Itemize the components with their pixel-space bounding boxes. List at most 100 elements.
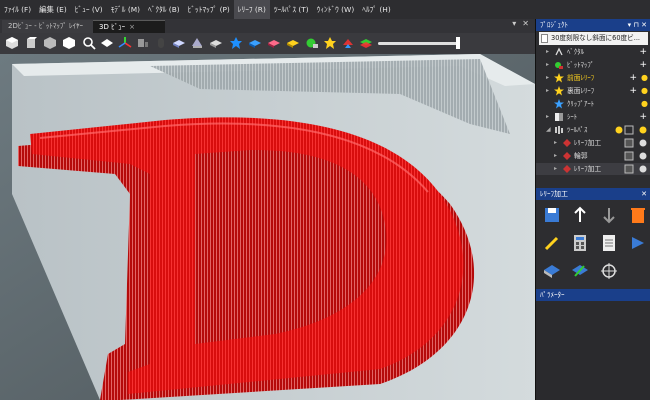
tree-item-front-relief[interactable]: ▸ 前面ﾚﾘｰﾌ + ● — [536, 72, 650, 84]
color-layer-icon[interactable] — [359, 36, 373, 50]
tree-item-back-relief[interactable]: ▸ 裏面ﾚﾘｰﾌ + ● — [536, 85, 650, 97]
menu-toolpath[interactable]: ﾂｰﾙﾊﾟｽ (T) — [270, 0, 313, 19]
expand-arrow-icon[interactable]: ▸ — [546, 46, 549, 58]
tree-label: 輪郭 — [574, 152, 588, 160]
light-bulb-icon[interactable]: ● — [641, 72, 648, 84]
view-right-icon[interactable] — [62, 36, 76, 50]
move-up-icon[interactable] — [570, 205, 590, 225]
collapse-arrow-icon[interactable]: ◢ — [546, 124, 551, 136]
light-bulb-icon[interactable]: ● — [641, 98, 648, 110]
pin-icon[interactable]: ⊓ — [633, 21, 638, 29]
viewport-3d[interactable] — [0, 54, 535, 400]
relief-star-icon[interactable] — [229, 36, 243, 50]
expand-arrow-icon[interactable]: ▸ — [554, 150, 557, 162]
parameters-panel-header: ﾊﾟﾗﾒｰﾀｰ — [536, 289, 650, 301]
tree-item-clipart[interactable]: ｸﾘｯﾌﾟｱｰﾄ ● — [536, 98, 650, 110]
machine-icon[interactable] — [136, 36, 150, 50]
material-icon[interactable] — [305, 36, 319, 50]
view-plane-icon[interactable] — [100, 36, 114, 50]
menu-file[interactable]: ﾌｧｲﾙ (F) — [0, 0, 35, 19]
tab-3d-view[interactable]: 3D ﾋﾞｭｰ × — [93, 20, 165, 34]
cylinder-icon[interactable] — [154, 36, 168, 50]
save-toolpath-icon[interactable] — [542, 205, 562, 225]
tab-2d-view[interactable]: 2Dﾋﾞｭｰ - ﾋﾞｯﾄﾏｯﾌﾟ ﾚｲﾔｰ — [2, 20, 102, 33]
move-down-icon[interactable] — [599, 205, 619, 225]
add-icon[interactable]: + — [639, 59, 647, 71]
expand-arrow-icon[interactable]: ▸ — [554, 163, 557, 175]
dropdown-icon[interactable]: ▾ — [512, 19, 516, 28]
expand-arrow-icon[interactable]: ▸ — [554, 137, 557, 149]
add-icon[interactable]: + — [639, 111, 647, 123]
tree-label: ﾋﾞｯﾄﾏｯﾌﾟ — [567, 61, 595, 69]
menu-vector[interactable]: ﾍﾞｸﾀﾙ (B) — [144, 0, 184, 19]
add-icon[interactable]: + — [639, 46, 647, 58]
expand-arrow-icon[interactable]: ▸ — [546, 59, 549, 71]
parameters-body — [536, 301, 650, 400]
tree-item-bitmap[interactable]: ▸ ﾋﾞｯﾄﾏｯﾌﾟ + — [536, 59, 650, 71]
preview-toolpath-icon[interactable] — [570, 261, 590, 281]
tree-item-profile[interactable]: ▸ 輪郭 — [536, 150, 650, 162]
relief-yellow-icon[interactable] — [286, 36, 300, 50]
menu-edit[interactable]: 編集 (E) — [35, 0, 71, 19]
document-icon[interactable] — [599, 233, 619, 253]
tab-controls: ▾ ✕ — [512, 19, 529, 28]
zoom-slider-handle[interactable] — [456, 37, 460, 49]
relief2-row-controls[interactable] — [615, 164, 649, 174]
view-top-icon[interactable] — [43, 36, 57, 50]
light-icon[interactable] — [323, 36, 337, 50]
close-icon[interactable]: ✕ — [641, 188, 647, 200]
menu-view[interactable]: ﾋﾞｭｰ (V) — [71, 0, 107, 19]
expand-arrow-icon[interactable]: ▸ — [546, 111, 549, 123]
tree-label: ﾚﾘｰﾌ加工 — [574, 139, 602, 147]
add-icon[interactable]: + — [629, 85, 637, 97]
shading-icon[interactable] — [341, 36, 355, 50]
view-iso-icon[interactable] — [5, 36, 19, 50]
tree-item-vector[interactable]: ▸ ﾍﾞｸﾀﾙ + — [536, 46, 650, 58]
add-icon[interactable]: + — [629, 72, 637, 84]
dropdown-icon[interactable]: ▾ — [628, 21, 632, 29]
calculator-icon[interactable] — [570, 233, 590, 253]
project-file-item[interactable]: 30度刻限なし斜面に60度ビ... — [539, 32, 648, 45]
project-file-name: 30度刻限なし斜面に60度ビ... — [551, 34, 641, 42]
expand-arrow-icon[interactable]: ▸ — [546, 72, 549, 84]
close-icon[interactable]: ✕ — [641, 21, 647, 29]
relief-transform-icon[interactable] — [209, 36, 223, 50]
tab-2d-label: 2Dﾋﾞｭｰ - ﾋﾞｯﾄﾏｯﾌﾟ ﾚｲﾔｰ — [8, 22, 84, 30]
vector-icon — [555, 47, 563, 56]
relief-layer-icon[interactable] — [172, 36, 186, 50]
zoom-icon[interactable] — [82, 36, 96, 50]
axis-icon[interactable] — [118, 36, 132, 50]
back-relief-icon[interactable] — [267, 36, 281, 50]
light-bulb-icon[interactable]: ● — [641, 85, 648, 97]
tree-item-toolpath[interactable]: ◢ ﾂｰﾙﾊﾟｽ — [536, 124, 650, 136]
close-icon[interactable]: ✕ — [522, 19, 529, 28]
tree-label: ﾚﾘｰﾌ加工 — [574, 165, 602, 173]
edit-pencil-icon[interactable] — [542, 233, 562, 253]
delete-icon[interactable] — [628, 205, 648, 225]
tree-label: 裏面ﾚﾘｰﾌ — [567, 87, 595, 95]
relief-machining-icon — [563, 139, 571, 147]
relief-edit-icon[interactable] — [190, 36, 204, 50]
relief-row-controls[interactable] — [615, 138, 649, 148]
preview-material-icon[interactable] — [542, 261, 562, 281]
zoom-slider[interactable] — [378, 37, 460, 49]
tree-item-sheet[interactable]: ▸ ｼｰﾄ + — [536, 111, 650, 123]
toolpath-row-controls[interactable] — [615, 125, 649, 135]
close-tab-icon[interactable]: × — [129, 23, 135, 31]
menu-model[interactable]: ﾓﾃﾞﾙ (M) — [107, 0, 144, 19]
menu-relief[interactable]: ﾚﾘｰﾌ (R) — [233, 0, 270, 19]
menu-window[interactable]: ｳｨﾝﾄﾞｳ (W) — [313, 0, 359, 19]
relief-render[interactable] — [0, 54, 535, 400]
menu-bitmap[interactable]: ﾋﾞｯﾄﾏｯﾌﾟ (P) — [184, 0, 234, 19]
profile-row-controls[interactable] — [615, 151, 649, 161]
view-front-icon[interactable] — [24, 36, 38, 50]
star-icon — [554, 73, 564, 83]
tree-item-relief-machining-1[interactable]: ▸ ﾚﾘｰﾌ加工 — [536, 137, 650, 149]
bitmap-icon — [555, 62, 563, 69]
tree-item-relief-machining-2[interactable]: ▸ ﾚﾘｰﾌ加工 — [536, 163, 650, 175]
front-relief-icon[interactable] — [248, 36, 262, 50]
simulate-icon[interactable] — [628, 233, 648, 253]
transform-icon[interactable] — [599, 261, 619, 281]
expand-arrow-icon[interactable]: ▸ — [546, 85, 549, 97]
menu-help[interactable]: ﾍﾙﾌﾟ (H) — [358, 0, 394, 19]
